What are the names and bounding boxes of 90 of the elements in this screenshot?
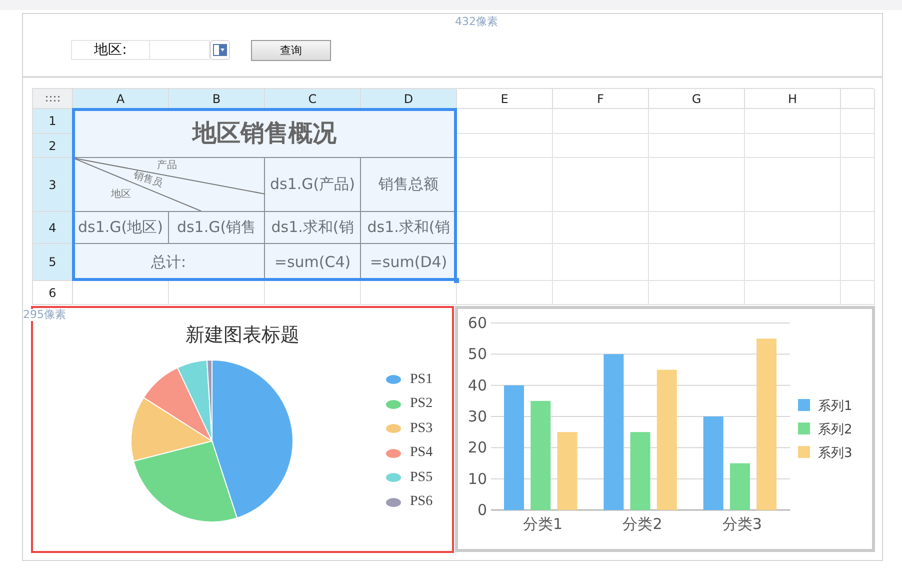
axis-tick-label: 60	[468, 314, 487, 332]
sheet-title: 地区销售概况	[73, 109, 457, 158]
grid-cell[interactable]	[649, 109, 745, 134]
legend-label: 系列1	[818, 399, 852, 414]
legend-label: PS4	[410, 445, 433, 462]
grid-cell[interactable]	[457, 158, 553, 212]
grid-cell[interactable]	[457, 244, 553, 281]
grid-cell[interactable]	[265, 281, 361, 305]
grid-cell[interactable]	[649, 281, 745, 305]
column-header[interactable]: F	[553, 89, 649, 109]
size-label: 295像素	[23, 309, 66, 321]
category-label: 分类3	[722, 515, 762, 533]
column-header[interactable]: B	[169, 89, 265, 109]
column-header[interactable]	[841, 89, 875, 109]
legend-label: 系列3	[818, 446, 852, 461]
cell-text: ds1.G(地区)	[73, 212, 169, 244]
grid-cell[interactable]	[553, 158, 649, 212]
column-header[interactable]: A	[73, 89, 169, 109]
column-header[interactable]: E	[457, 89, 553, 109]
grid-cell[interactable]	[841, 281, 875, 305]
legend-label: PS2	[410, 396, 433, 412]
grid-cell[interactable]	[649, 158, 745, 212]
column-header[interactable]: C	[265, 89, 361, 109]
query-button[interactable]: 查询	[251, 40, 331, 60]
legend-label: PS3	[410, 420, 433, 437]
cell-text: ds1.求和(销	[361, 212, 457, 244]
axis-tick-label: 30	[468, 408, 487, 426]
row-header[interactable]: 6	[33, 281, 73, 305]
grid-cell[interactable]	[841, 109, 875, 134]
row-header[interactable]: 2	[33, 134, 73, 158]
column-header[interactable]: G	[649, 89, 745, 109]
dropdown-button[interactable]	[210, 40, 230, 60]
dropdown-icon	[213, 44, 227, 56]
cell-text: ds1.G(销售	[169, 212, 265, 244]
category-label: 分类1	[523, 515, 563, 533]
axis-tick-label: 10	[468, 470, 487, 488]
axis-tick-label: 20	[468, 438, 487, 457]
grip-icon	[44, 96, 60, 102]
grid-cell[interactable]	[649, 134, 745, 158]
diagonal-header-label: 产品	[157, 161, 177, 171]
cell-text: ds1.G(产品)	[265, 158, 361, 212]
grid-cell[interactable]	[361, 281, 457, 305]
grid-cell[interactable]	[745, 109, 841, 134]
grid-cell[interactable]	[745, 158, 841, 212]
legend-label: 系列2	[818, 422, 852, 438]
grid-cell[interactable]	[841, 134, 875, 158]
field-label: 地区:	[71, 40, 150, 60]
cell-text: 总计:	[73, 244, 265, 281]
grid-cell[interactable]	[457, 109, 553, 134]
diagonal-header-label: 地区	[111, 190, 131, 200]
column-header[interactable]: D	[361, 89, 457, 109]
row-header[interactable]: 1	[33, 109, 73, 134]
legend-label: PS6	[410, 494, 433, 510]
bar	[730, 463, 750, 510]
grid-cell[interactable]	[745, 134, 841, 158]
cell-text: =sum(C4)	[265, 244, 361, 281]
diagonal-header-label: 销售员	[132, 170, 164, 190]
legend-label: PS5	[410, 470, 433, 486]
cell-text: ds1.求和(销	[265, 212, 361, 244]
grid-cell[interactable]	[841, 158, 875, 212]
grid-cell[interactable]	[841, 244, 875, 281]
grid-cell[interactable]	[169, 281, 265, 305]
axis-tick-label: 40	[468, 376, 487, 394]
grid-cell[interactable]	[457, 281, 553, 305]
row-header[interactable]: 5	[33, 244, 73, 281]
grid-cell[interactable]	[745, 244, 841, 281]
grid-cell[interactable]	[553, 212, 649, 244]
column-header[interactable]: H	[745, 89, 841, 109]
grid-cell[interactable]	[553, 134, 649, 158]
grid-cell[interactable]	[553, 109, 649, 134]
grid-cell[interactable]	[745, 281, 841, 305]
size-label: 432像素	[455, 14, 498, 29]
legend-label: PS1	[410, 372, 433, 388]
axis-tick-label: 0	[477, 501, 487, 519]
axis-tick-label: 50	[468, 345, 487, 364]
grid-cell[interactable]	[553, 244, 649, 281]
grid-cell[interactable]	[745, 212, 841, 244]
category-label: 分类2	[622, 515, 662, 533]
chart-title: 新建图表标题	[184, 323, 300, 348]
row-header[interactable]: 4	[33, 212, 73, 244]
grid-cell[interactable]	[73, 281, 169, 305]
cell-text: 销售总额	[361, 158, 457, 212]
grid-cell[interactable]	[649, 244, 745, 281]
grid-cell[interactable]	[553, 281, 649, 305]
grid-cell[interactable]	[457, 134, 553, 158]
grid-cell[interactable]	[841, 212, 875, 244]
grid-cell[interactable]	[649, 212, 745, 244]
region-input[interactable]	[150, 40, 210, 60]
row-header[interactable]: 3	[33, 158, 73, 212]
grid-cell[interactable]	[457, 212, 553, 244]
